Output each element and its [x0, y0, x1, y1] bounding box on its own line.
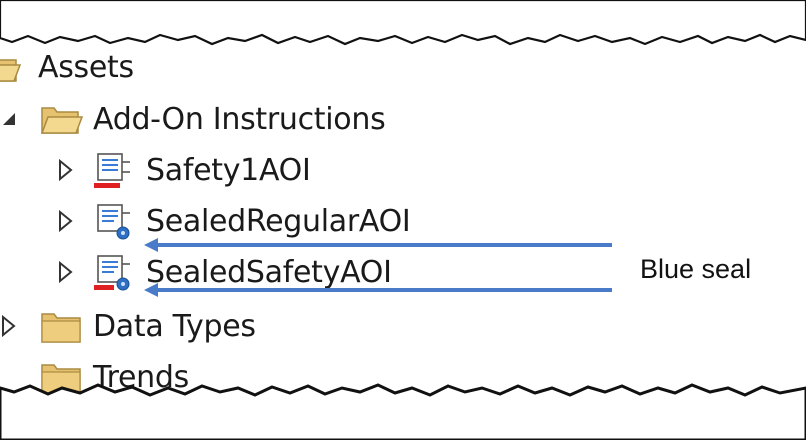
sealed-safety-aoi-icon — [94, 255, 130, 291]
folder-open-icon — [40, 107, 84, 134]
annotation-arrow-sealed-regular — [144, 238, 612, 252]
annotation-arrow-sealed-safety — [144, 283, 612, 297]
tree-item-label: SealedRegularAOI — [146, 203, 411, 239]
tree-item-label: Assets — [38, 49, 134, 85]
annotation-label: Blue seal — [640, 254, 752, 284]
tree-item-data-types[interactable]: Data Types — [0, 303, 300, 349]
collapsed-triangle-icon[interactable] — [56, 157, 74, 183]
tree-item-label: Add-On Instructions — [93, 101, 386, 137]
tree-item-label: Safety1AOI — [146, 152, 311, 188]
collapsed-triangle-icon[interactable] — [56, 208, 74, 234]
collapsed-triangle-icon[interactable] — [56, 259, 74, 285]
tree-item-safety1aoi[interactable]: Safety1AOI — [0, 147, 330, 193]
tree-item-assets[interactable]: Assets — [0, 44, 200, 90]
safety-aoi-icon — [94, 153, 130, 188]
folder-icon — [41, 313, 81, 343]
expanded-triangle-icon[interactable] — [0, 106, 18, 132]
sealed-aoi-icon — [97, 204, 130, 240]
tree-item-add-on-instructions[interactable]: Add-On Instructions — [0, 96, 420, 142]
torn-edge-bottom — [0, 383, 806, 440]
collapsed-triangle-icon[interactable] — [0, 313, 18, 339]
tree-item-label: Data Types — [93, 308, 256, 344]
folder-open-icon — [0, 59, 22, 82]
